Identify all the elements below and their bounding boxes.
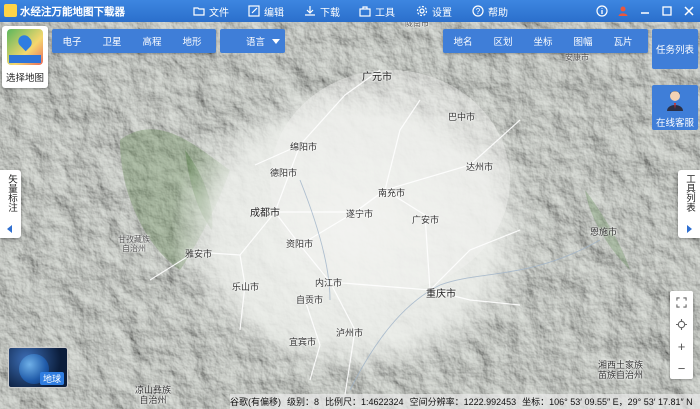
map-label-mianyang: 绵阳市: [290, 142, 318, 152]
tool-list-label: 工具列表: [684, 174, 695, 212]
status-level: 级别：8: [287, 397, 320, 407]
chevron-left-icon: [7, 225, 12, 233]
globe-label: 地球: [39, 372, 64, 385]
vector-annotation-label: 矢量标注: [6, 174, 17, 212]
user-icon[interactable]: [615, 3, 631, 19]
map-label-deyang: 德阳市: [270, 168, 298, 178]
zoom-in-button[interactable]: +: [670, 335, 693, 357]
menu-tools[interactable]: 工具: [359, 3, 395, 19]
tab-place-names[interactable]: 地名: [443, 34, 483, 48]
map-label-luzhou: 泸州市: [336, 328, 364, 338]
task-list-label: 任务列表: [655, 45, 694, 56]
chevron-down-icon: [272, 39, 280, 44]
status-resolution: 空间分辨率：1222.992453: [409, 397, 517, 407]
status-bar: 谷歌(有偏移) 级别：8 比例尺：1:4622324 空间分辨率：1222.99…: [230, 394, 700, 409]
map-label-ankang: 安康市: [565, 53, 589, 62]
map-label-dazhou: 达州市: [466, 162, 494, 172]
map-thumbnail-icon: [7, 29, 43, 65]
map-label-ganzi: 甘孜藏族 自治州: [118, 235, 150, 253]
customer-service-avatar-icon: [667, 91, 683, 111]
tab-electronic[interactable]: 电子: [52, 34, 92, 48]
tab-elevation[interactable]: 高程: [132, 34, 172, 48]
status-source: 谷歌(有偏移): [230, 397, 281, 407]
tab-tiles[interactable]: 瓦片: [603, 34, 643, 48]
map-label-zigong: 自贡市: [296, 295, 324, 305]
select-map-label: 选择地图: [5, 73, 44, 84]
globe-view-button[interactable]: 地球: [8, 347, 68, 388]
menu-file[interactable]: 文件: [193, 3, 229, 19]
map-label-yibin: 宜宾市: [289, 337, 317, 347]
tool-list-panel-toggle[interactable]: 工具列表: [678, 170, 700, 238]
tab-terrain[interactable]: 地形: [172, 34, 212, 48]
language-select[interactable]: 语言: [220, 29, 285, 53]
app-title: 水经注万能地图下载器: [20, 6, 125, 18]
map-label-bazhong: 巴中市: [448, 112, 476, 122]
map-label-suining: 遂宁市: [346, 209, 374, 219]
map-label-ziyang: 资阳市: [286, 239, 314, 249]
toolbox-icon: [359, 6, 371, 17]
language-select-value: 语言: [246, 37, 266, 48]
folder-icon: [193, 7, 205, 16]
task-list-button[interactable]: 任务列表: [652, 29, 698, 69]
menu-download[interactable]: 下载: [304, 3, 340, 19]
edit-icon: [248, 5, 260, 17]
zoom-out-button[interactable]: −: [670, 357, 693, 379]
maximize-icon[interactable]: [659, 3, 675, 19]
download-icon: [305, 6, 315, 16]
map-controls: + −: [670, 291, 693, 379]
menu-settings[interactable]: 设置: [416, 3, 452, 19]
map-label-xiangxi: 湘西土家族 苗族自治州: [598, 360, 644, 380]
online-service-label: 在线客服: [655, 118, 694, 129]
gear-icon: [416, 5, 428, 17]
chevron-right-icon: [687, 225, 692, 233]
online-service-button[interactable]: 在线客服: [652, 85, 698, 130]
map-label-guangan: 广安市: [412, 215, 440, 225]
map-label-yaan: 雅安市: [185, 249, 213, 259]
tab-map-sheet[interactable]: 图幅: [563, 34, 603, 48]
select-map-button[interactable]: 选择地图: [2, 26, 48, 88]
map-label-enshi: 恩施市: [590, 227, 618, 237]
map-label-nanchong: 南充市: [378, 188, 406, 198]
help-icon: ?: [472, 5, 484, 17]
terrain-map[interactable]: [0, 0, 700, 409]
tab-coordinates[interactable]: 坐标: [523, 34, 563, 48]
map-label-chongqing: 重庆市: [426, 289, 456, 300]
tab-divisions[interactable]: 区划: [483, 34, 523, 48]
map-type-tabs: 电子 卫星 高程 地形: [52, 29, 216, 53]
tab-satellite[interactable]: 卫星: [92, 34, 132, 48]
fullscreen-icon[interactable]: [670, 291, 693, 313]
menu-edit[interactable]: 编辑: [248, 3, 284, 19]
svg-text:?: ?: [476, 7, 481, 16]
app-logo-icon: [4, 4, 17, 17]
locate-icon[interactable]: [670, 313, 693, 335]
close-icon[interactable]: [681, 3, 697, 19]
menu-help[interactable]: ? 帮助: [472, 3, 508, 19]
info-icon[interactable]: [594, 3, 610, 19]
map-label-neijiang: 内江市: [315, 278, 343, 288]
status-scale: 比例尺：1:4622324: [325, 397, 404, 407]
map-label-liangshan: 凉山彝族 自治州: [135, 385, 172, 405]
title-bar: 水经注万能地图下载器 文件 编辑 下载 工具 设置 ? 帮助: [0, 0, 700, 22]
status-coordinates: 坐标：106° 53′ 09.55″ E，29° 53′ 17.81″ N: [522, 397, 693, 407]
map-label-guangyuan: 广元市: [362, 72, 392, 83]
minimize-icon[interactable]: [637, 3, 653, 19]
map-label-chengdu: 成都市: [250, 208, 280, 219]
vector-annotation-panel-toggle[interactable]: 矢量标注: [0, 170, 21, 238]
map-label-leshan: 乐山市: [232, 282, 260, 292]
overlay-tabs: 地名 区划 坐标 图幅 瓦片: [443, 29, 648, 53]
